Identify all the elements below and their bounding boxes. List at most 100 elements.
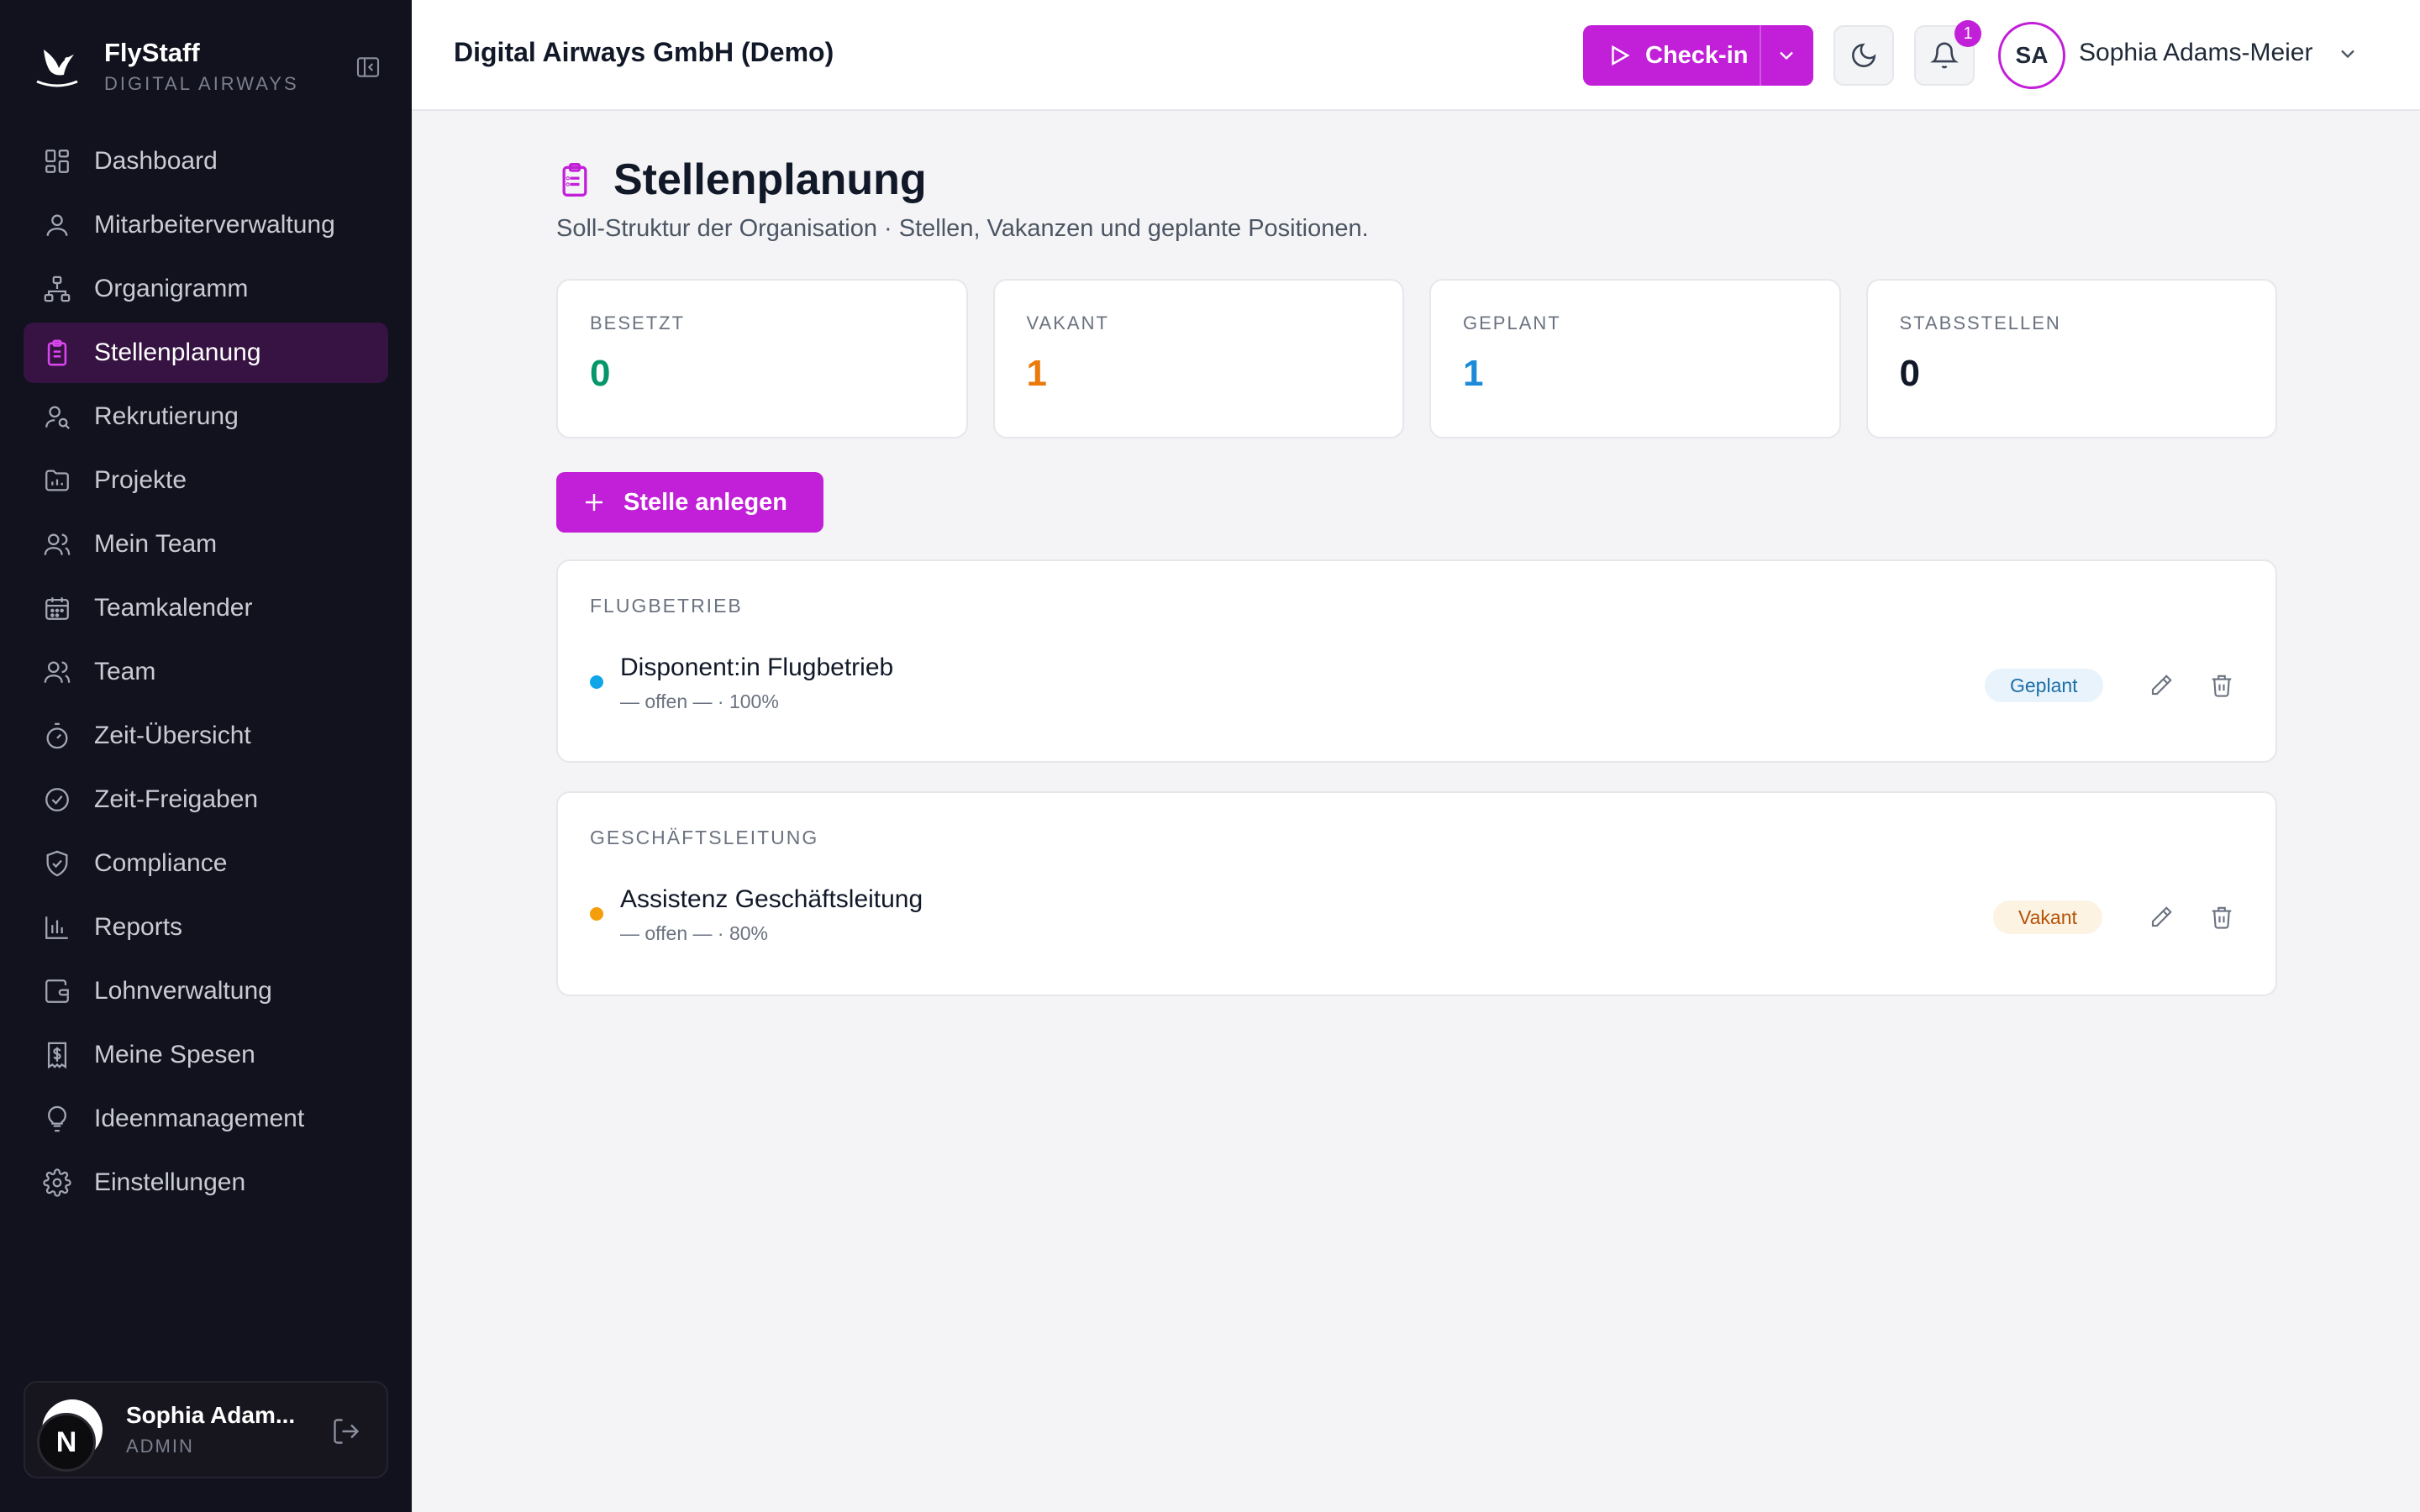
- timer-icon: [42, 721, 72, 751]
- sidebar-item-team[interactable]: Team: [24, 642, 388, 702]
- brand[interactable]: FlyStaff DIGITAL AIRWAYS: [30, 37, 383, 96]
- clipboard-icon: [562, 163, 587, 197]
- edit-icon[interactable]: [2146, 902, 2176, 932]
- sidebar-item-teamkalender[interactable]: Teamkalender: [24, 578, 388, 638]
- brand-name: FlyStaff: [104, 38, 200, 68]
- play-icon: [1612, 45, 1630, 66]
- sidebar-user-card[interactable]: N Sophia Adam... ADMIN: [24, 1381, 388, 1478]
- page-subtitle: Soll-Struktur der Organisation · Stellen…: [556, 215, 1369, 242]
- list-item[interactable]: Disponent:in Flugbetrieb — offen — · 100…: [590, 654, 2245, 714]
- edit-icon[interactable]: [2146, 670, 2176, 701]
- sidebar-item-zeit-uebersicht[interactable]: Zeit-Übersicht: [24, 706, 388, 766]
- position-group-geschaeftsleitung: GESCHÄFTSLEITUNG Assistenz Geschäftsleit…: [556, 791, 2277, 996]
- sidebar-item-lohnverwaltung[interactable]: Lohnverwaltung: [24, 961, 388, 1021]
- clipboard-icon: [42, 338, 72, 368]
- shield-check-icon: [42, 848, 72, 879]
- lightbulb-icon: [42, 1104, 72, 1134]
- chevron-down-icon[interactable]: [1775, 44, 1798, 67]
- grid-icon: [42, 146, 72, 176]
- chevron-down-icon[interactable]: [2336, 42, 2360, 66]
- org-chart-icon: [42, 274, 72, 304]
- stat-value: 0: [1899, 353, 1920, 394]
- sidebar-item-label: Zeit-Übersicht: [94, 722, 251, 749]
- status-badge: Vakant: [1993, 900, 2102, 934]
- gear-icon: [42, 1168, 72, 1198]
- sidebar-item-zeit-freigaben[interactable]: Zeit-Freigaben: [24, 769, 388, 830]
- trash-icon[interactable]: [2207, 902, 2237, 932]
- user-menu-name[interactable]: Sophia Adams-Meier: [2079, 39, 2312, 67]
- status-dot: [590, 907, 603, 921]
- sidebar-item-dashboard[interactable]: Dashboard: [24, 131, 388, 192]
- sidebar-item-projekte[interactable]: Projekte: [24, 450, 388, 511]
- sidebar-collapse-icon[interactable]: [353, 52, 383, 82]
- sidebar-item-label: Rekrutierung: [94, 402, 239, 430]
- sidebar-item-label: Reports: [94, 913, 183, 941]
- group-title: FLUGBETRIEB: [590, 595, 743, 617]
- theme-toggle-button[interactable]: [1833, 25, 1894, 86]
- sidebar-item-rekrutierung[interactable]: Rekrutierung: [24, 386, 388, 447]
- stat-value: 1: [1463, 353, 1484, 394]
- sidebar-item-label: Teamkalender: [94, 594, 253, 622]
- brand-subtitle: DIGITAL AIRWAYS: [104, 72, 299, 94]
- plus-icon: [586, 494, 602, 511]
- folder-chart-icon: [42, 465, 72, 496]
- stat-card-stabsstellen: STABSSTELLEN 0: [1865, 279, 2277, 438]
- sidebar-item-label: Team: [94, 658, 156, 685]
- users-icon: [42, 657, 72, 687]
- sidebar-item-label: Mein Team: [94, 530, 218, 558]
- sidebar-item-label: Meine Spesen: [94, 1041, 255, 1068]
- stat-label: GEPLANT: [1463, 312, 1561, 333]
- flystaff-logo-icon: [30, 39, 84, 93]
- sidebar-item-label: Einstellungen: [94, 1168, 246, 1196]
- add-position-button[interactable]: Stelle anlegen: [556, 472, 823, 533]
- sidebar-item-label: Zeit-Freigaben: [94, 785, 259, 813]
- calendar-icon: [42, 593, 72, 623]
- stat-card-vakant: VAKANT 1: [992, 279, 1404, 438]
- position-title: Disponent:in Flugbetrieb: [620, 654, 894, 681]
- top-header: Digital Airways GmbH (Demo) Check-in 1 S…: [412, 0, 2420, 111]
- check-in-label: Check-in: [1645, 41, 1749, 69]
- stat-label: VAKANT: [1026, 312, 1109, 333]
- sidebar-nav: Dashboard Mitarbeiterverwaltung Organigr…: [24, 131, 388, 1216]
- list-item[interactable]: Assistenz Geschäftsleitung — offen — · 8…: [590, 885, 2245, 946]
- sidebar-item-label: Lohnverwaltung: [94, 977, 272, 1005]
- status-dot: [590, 675, 603, 689]
- sidebar-item-mein-team[interactable]: Mein Team: [24, 514, 388, 575]
- sidebar-item-label: Dashboard: [94, 147, 218, 175]
- notifications-button[interactable]: 1: [1914, 20, 1981, 86]
- sidebar-item-ideenmanagement[interactable]: Ideenmanagement: [24, 1089, 388, 1149]
- user-search-icon: [42, 402, 72, 432]
- sidebar-item-compliance[interactable]: Compliance: [24, 833, 388, 894]
- position-meta: — offen — · 80%: [620, 922, 768, 944]
- trash-icon[interactable]: [2207, 670, 2237, 701]
- avatar: N: [37, 1399, 103, 1472]
- page-title: Stellenplanung: [613, 155, 927, 204]
- moon-icon: [1852, 43, 1876, 67]
- logout-icon[interactable]: [331, 1416, 361, 1446]
- sidebar-item-label: Stellenplanung: [94, 339, 261, 366]
- status-badge: Geplant: [1985, 669, 2103, 702]
- position-group-flugbetrieb: FLUGBETRIEB Disponent:in Flugbetrieb — o…: [556, 559, 2277, 763]
- sidebar-item-stellenplanung[interactable]: Stellenplanung: [24, 323, 388, 383]
- check-in-button[interactable]: Check-in: [1583, 25, 1813, 86]
- sidebar-item-mitarbeiterverwaltung[interactable]: Mitarbeiterverwaltung: [24, 195, 388, 255]
- stat-label: BESETZT: [590, 312, 686, 333]
- avatar-initial: N: [37, 1413, 96, 1472]
- sidebar-item-meine-spesen[interactable]: Meine Spesen: [24, 1025, 388, 1085]
- sidebar: FlyStaff DIGITAL AIRWAYS Dashboard Mitar…: [0, 0, 412, 1512]
- add-position-label: Stelle anlegen: [623, 488, 788, 516]
- sidebar-item-label: Organigramm: [94, 275, 249, 302]
- stat-card-besetzt: BESETZT 0: [556, 279, 968, 438]
- stat-label: STABSSTELLEN: [1899, 312, 2061, 333]
- user-name: Sophia Adam...: [126, 1402, 296, 1428]
- check-circle-icon: [42, 785, 72, 815]
- wallet-icon: [42, 976, 72, 1006]
- avatar[interactable]: SA: [1998, 22, 2065, 89]
- company-name: Digital Airways GmbH (Demo): [454, 37, 834, 67]
- sidebar-item-organigramm[interactable]: Organigramm: [24, 259, 388, 319]
- sidebar-item-reports[interactable]: Reports: [24, 897, 388, 958]
- position-title: Assistenz Geschäftsleitung: [620, 885, 923, 913]
- sidebar-item-einstellungen[interactable]: Einstellungen: [24, 1152, 388, 1213]
- stat-value: 1: [1026, 353, 1047, 394]
- stat-value: 0: [590, 353, 611, 394]
